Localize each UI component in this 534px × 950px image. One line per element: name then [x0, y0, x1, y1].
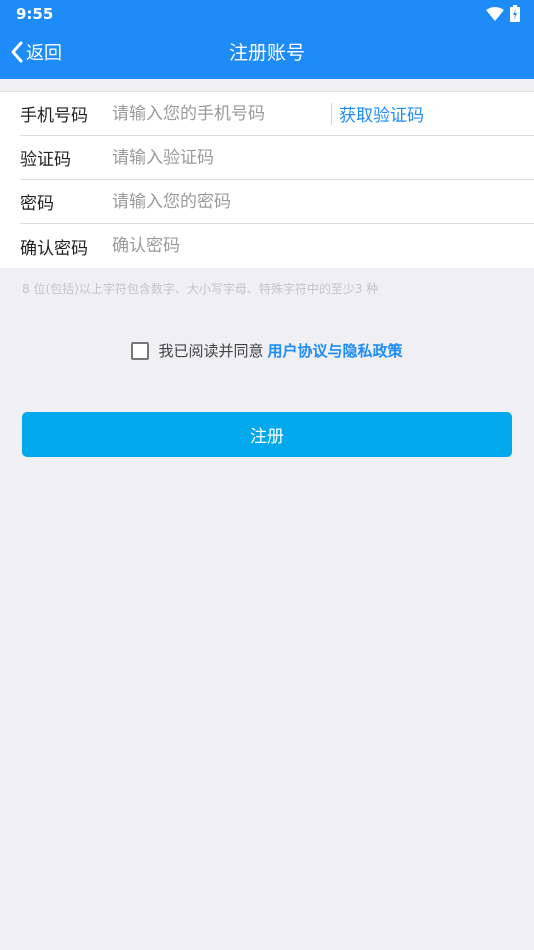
agree-text: 我已阅读并同意 — [158, 342, 264, 360]
agreement: 我已阅读并同意 用户协议与隐私政策 — [0, 340, 534, 361]
get-code-button[interactable]: 获取验证码 — [339, 101, 534, 126]
page-title: 注册账号 — [228, 42, 305, 64]
confirm-password-row: 确认密码 — [20, 224, 534, 268]
password-row: 密码 — [20, 180, 534, 224]
battery-charging-icon — [510, 5, 520, 22]
phone-input[interactable] — [112, 92, 331, 135]
title-bar: 返回 注册账号 — [0, 28, 534, 79]
confirm-password-input[interactable] — [112, 224, 534, 268]
password-hint: 8 位(包括)以上字符包含数字、大小写字母、特殊字符中的至少3 种 — [22, 282, 379, 296]
status-bar: 9:55 — [0, 0, 534, 28]
status-icons — [486, 5, 520, 22]
phone-label: 手机号码 — [20, 106, 88, 126]
status-time: 9:55 — [16, 5, 54, 23]
code-row: 验证码 — [20, 136, 534, 180]
password-input[interactable] — [112, 180, 534, 223]
confirm-password-label: 确认密码 — [20, 238, 88, 259]
header: 9:55 返回 注册账号 — [0, 0, 534, 79]
code-label: 验证码 — [20, 150, 71, 170]
code-input[interactable] — [112, 136, 534, 179]
register-form: 手机号码 获取验证码 验证码 密码 确认密码 — [0, 91, 534, 268]
wifi-icon — [486, 6, 504, 21]
register-button[interactable]: 注册 — [22, 412, 512, 457]
register-screen: 9:55 返回 注册账号 手机号码 请输入您的手机号码 获取验证码 验证码 请输… — [0, 0, 534, 950]
password-label: 密码 — [20, 194, 54, 214]
agree-checkbox[interactable] — [131, 341, 150, 360]
agreement-link[interactable]: 用户协议与隐私政策 — [268, 340, 403, 361]
phone-row: 手机号码 获取验证码 — [20, 92, 534, 136]
code-divider — [331, 102, 332, 125]
